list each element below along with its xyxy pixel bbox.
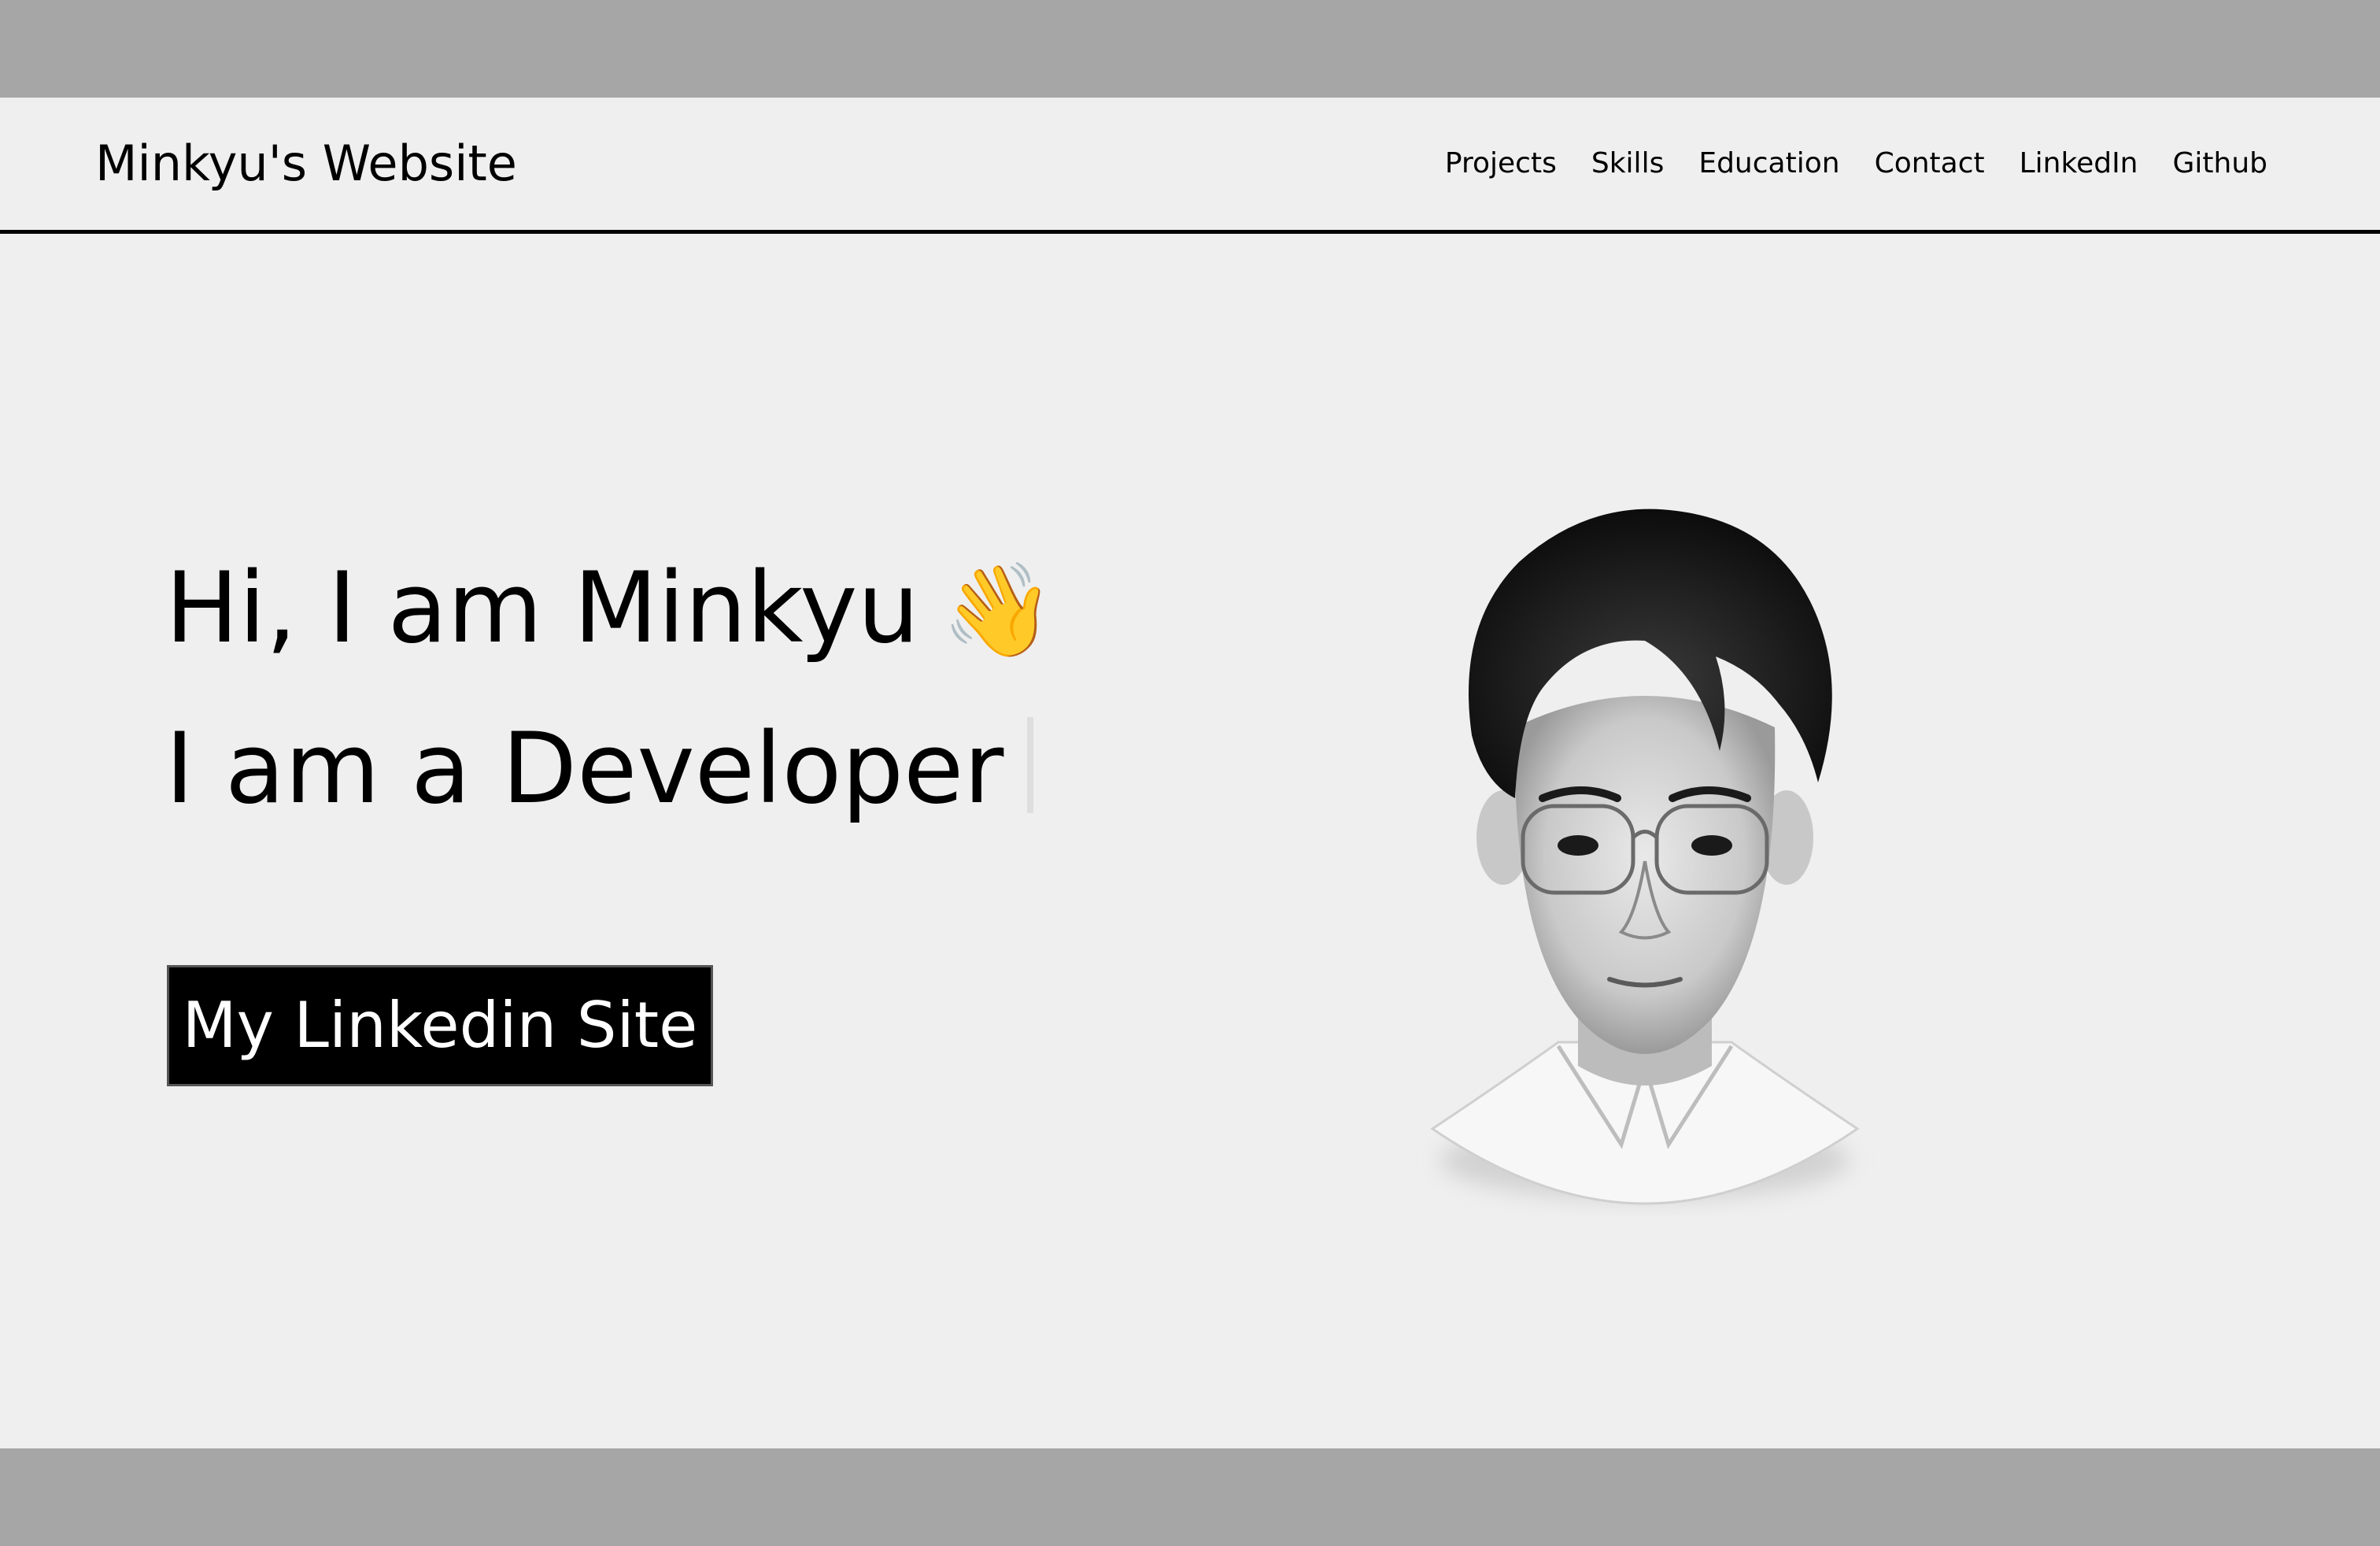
hero-role: I am a Developer — [165, 710, 1034, 828]
profile-portrait-image — [1430, 509, 1860, 1205]
nav-link-linkedin[interactable]: LinkedIn — [2020, 143, 2138, 184]
nav-link-github[interactable]: Github — [2173, 143, 2268, 184]
nav-link-education[interactable]: Education — [1698, 143, 1839, 184]
hero-greeting: Hi, I am Minkyu 👋 — [165, 549, 1055, 670]
nav-link-projects[interactable]: Projects — [1445, 143, 1557, 184]
site-brand[interactable]: Minkyu's Website — [95, 132, 517, 195]
nav-link-skills[interactable]: Skills — [1591, 143, 1664, 184]
top-band — [0, 0, 2380, 98]
typing-cursor-icon — [1027, 717, 1034, 813]
nav-links: Projects Skills Education Contact Linked… — [1445, 143, 2267, 184]
hero-greeting-text: Hi, I am Minkyu — [165, 552, 920, 665]
wave-hand-icon: 👋 — [941, 557, 1055, 664]
nav-link-contact[interactable]: Contact — [1875, 143, 1985, 184]
portrait-face — [1514, 696, 1776, 1054]
page-viewport: Minkyu's Website Projects Skills Educati… — [0, 98, 2380, 1448]
linkedin-site-button[interactable]: My Linkedin Site — [167, 965, 713, 1086]
navbar: Minkyu's Website Projects Skills Educati… — [0, 98, 2380, 234]
portrait-left-eye — [1558, 835, 1598, 856]
hero-role-text: I am a Developer — [165, 712, 1004, 826]
bottom-band — [0, 1448, 2380, 1546]
portrait-right-eye — [1691, 835, 1732, 856]
